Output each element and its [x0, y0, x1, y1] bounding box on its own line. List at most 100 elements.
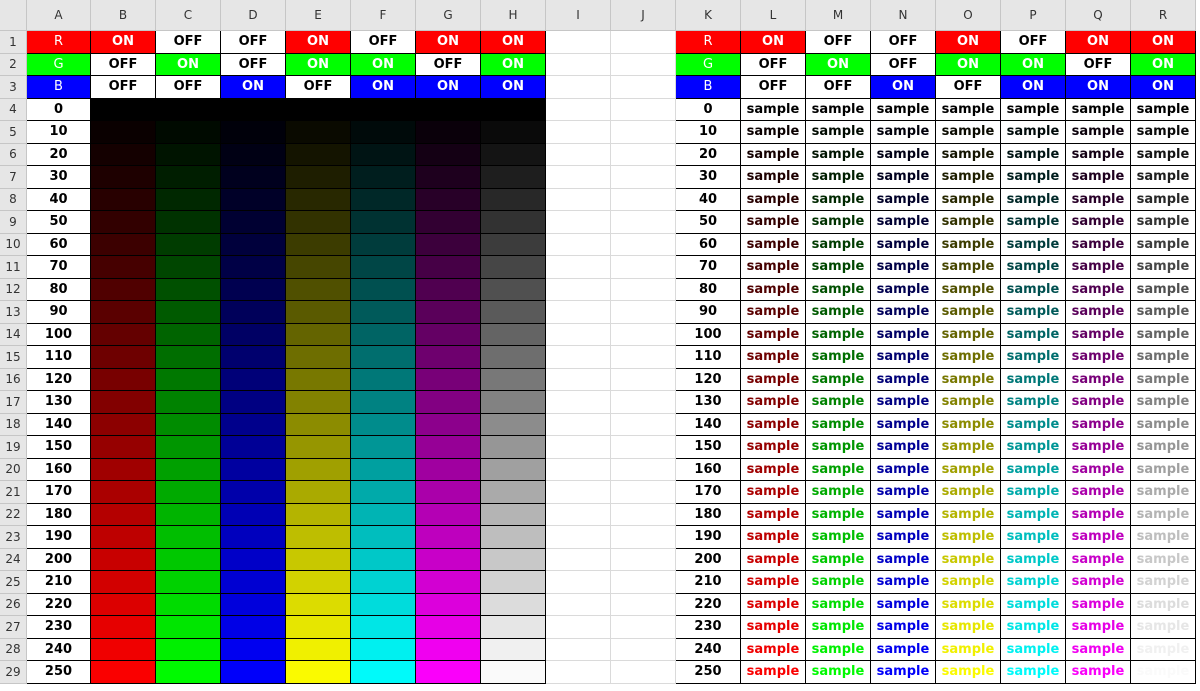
right-level-label[interactable]: 190: [676, 526, 741, 549]
left-level-label[interactable]: 200: [27, 548, 91, 571]
sample-text-cell[interactable]: sample: [1131, 436, 1196, 459]
color-swatch-cell[interactable]: [416, 638, 481, 661]
sample-text-cell[interactable]: sample: [806, 481, 871, 504]
color-swatch-cell[interactable]: [351, 481, 416, 504]
sample-text-cell[interactable]: sample: [806, 436, 871, 459]
column-header-n[interactable]: N: [871, 0, 936, 31]
left-switch-off[interactable]: OFF: [91, 76, 156, 99]
color-swatch-cell[interactable]: [481, 346, 546, 369]
sample-text-cell[interactable]: sample: [1001, 436, 1066, 459]
empty-cell[interactable]: [611, 188, 676, 211]
row-header-24[interactable]: 24: [0, 548, 27, 571]
row-header-20[interactable]: 20: [0, 458, 27, 481]
sample-text-cell[interactable]: sample: [741, 481, 806, 504]
sample-text-cell[interactable]: sample: [1066, 166, 1131, 189]
sample-text-cell[interactable]: sample: [806, 413, 871, 436]
sample-text-cell[interactable]: sample: [806, 211, 871, 234]
color-swatch-cell[interactable]: [286, 346, 351, 369]
row-header-2[interactable]: 2: [0, 53, 27, 76]
sample-text-cell[interactable]: sample: [1001, 256, 1066, 279]
sample-text-cell[interactable]: sample: [871, 98, 936, 121]
right-switch-on[interactable]: ON: [1001, 76, 1066, 99]
sample-text-cell[interactable]: sample: [1001, 301, 1066, 324]
sample-text-cell[interactable]: sample: [1066, 526, 1131, 549]
sample-text-cell[interactable]: sample: [1131, 661, 1196, 684]
sample-text-cell[interactable]: sample: [936, 256, 1001, 279]
row-header-23[interactable]: 23: [0, 526, 27, 549]
left-level-label[interactable]: 110: [27, 346, 91, 369]
color-swatch-cell[interactable]: [351, 571, 416, 594]
color-swatch-cell[interactable]: [416, 571, 481, 594]
left-switch-on[interactable]: ON: [286, 31, 351, 54]
right-level-label[interactable]: 90: [676, 301, 741, 324]
sample-text-cell[interactable]: sample: [741, 548, 806, 571]
left-switch-on[interactable]: ON: [416, 76, 481, 99]
sample-text-cell[interactable]: sample: [936, 166, 1001, 189]
sample-text-cell[interactable]: sample: [1131, 571, 1196, 594]
left-level-label[interactable]: 80: [27, 278, 91, 301]
color-swatch-cell[interactable]: [481, 571, 546, 594]
sample-text-cell[interactable]: sample: [806, 661, 871, 684]
color-swatch-cell[interactable]: [156, 638, 221, 661]
right-level-label[interactable]: 140: [676, 413, 741, 436]
color-swatch-cell[interactable]: [351, 323, 416, 346]
sample-text-cell[interactable]: sample: [936, 233, 1001, 256]
sample-text-cell[interactable]: sample: [1131, 323, 1196, 346]
color-swatch-cell[interactable]: [351, 211, 416, 234]
left-switch-off[interactable]: OFF: [156, 76, 221, 99]
sample-text-cell[interactable]: sample: [741, 458, 806, 481]
left-switch-on[interactable]: ON: [221, 76, 286, 99]
color-swatch-cell[interactable]: [416, 143, 481, 166]
color-swatch-cell[interactable]: [351, 368, 416, 391]
left-switch-on[interactable]: ON: [481, 53, 546, 76]
sample-text-cell[interactable]: sample: [871, 166, 936, 189]
row-header-22[interactable]: 22: [0, 503, 27, 526]
sample-text-cell[interactable]: sample: [1131, 593, 1196, 616]
color-swatch-cell[interactable]: [156, 458, 221, 481]
color-swatch-cell[interactable]: [286, 121, 351, 144]
row-header-5[interactable]: 5: [0, 121, 27, 144]
left-channel-label-g[interactable]: G: [27, 53, 91, 76]
color-swatch-cell[interactable]: [91, 661, 156, 684]
color-swatch-cell[interactable]: [416, 166, 481, 189]
sample-text-cell[interactable]: sample: [1001, 188, 1066, 211]
color-swatch-cell[interactable]: [156, 98, 221, 121]
color-swatch-cell[interactable]: [156, 661, 221, 684]
color-swatch-cell[interactable]: [221, 301, 286, 324]
color-swatch-cell[interactable]: [286, 233, 351, 256]
right-switch-off[interactable]: OFF: [806, 76, 871, 99]
sample-text-cell[interactable]: sample: [936, 121, 1001, 144]
sample-text-cell[interactable]: sample: [1066, 458, 1131, 481]
empty-cell[interactable]: [611, 323, 676, 346]
sample-text-cell[interactable]: sample: [871, 323, 936, 346]
right-level-label[interactable]: 0: [676, 98, 741, 121]
color-swatch-cell[interactable]: [286, 143, 351, 166]
right-level-label[interactable]: 10: [676, 121, 741, 144]
column-header-m[interactable]: M: [806, 0, 871, 31]
sample-text-cell[interactable]: sample: [1131, 301, 1196, 324]
sample-text-cell[interactable]: sample: [1131, 638, 1196, 661]
left-switch-on[interactable]: ON: [351, 53, 416, 76]
sample-text-cell[interactable]: sample: [1066, 638, 1131, 661]
right-channel-label-r[interactable]: R: [676, 31, 741, 54]
sample-text-cell[interactable]: sample: [1131, 391, 1196, 414]
empty-cell[interactable]: [546, 526, 611, 549]
color-swatch-cell[interactable]: [221, 368, 286, 391]
color-swatch-cell[interactable]: [416, 616, 481, 639]
empty-cell[interactable]: [546, 31, 611, 54]
right-channel-label-b[interactable]: B: [676, 76, 741, 99]
color-swatch-cell[interactable]: [416, 548, 481, 571]
color-swatch-cell[interactable]: [156, 323, 221, 346]
right-level-label[interactable]: 200: [676, 548, 741, 571]
right-level-label[interactable]: 170: [676, 481, 741, 504]
sample-text-cell[interactable]: sample: [741, 233, 806, 256]
sample-text-cell[interactable]: sample: [1066, 548, 1131, 571]
sample-text-cell[interactable]: sample: [1131, 98, 1196, 121]
empty-cell[interactable]: [611, 53, 676, 76]
color-swatch-cell[interactable]: [481, 548, 546, 571]
left-switch-on[interactable]: ON: [351, 76, 416, 99]
sample-text-cell[interactable]: sample: [741, 188, 806, 211]
right-level-label[interactable]: 30: [676, 166, 741, 189]
sample-text-cell[interactable]: sample: [741, 503, 806, 526]
sample-text-cell[interactable]: sample: [741, 391, 806, 414]
